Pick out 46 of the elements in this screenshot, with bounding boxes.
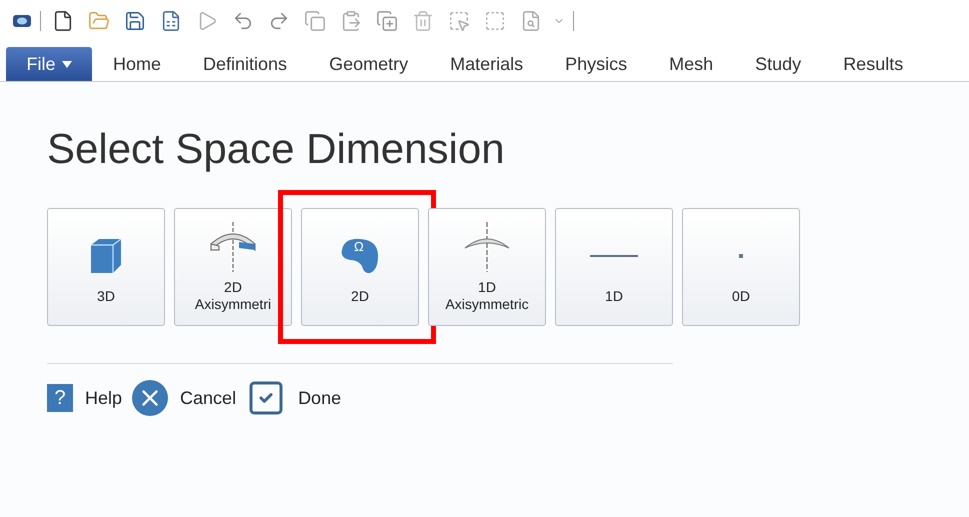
cancel-button[interactable]: Cancel	[180, 384, 236, 412]
dimension-label: Axisymmetri	[194, 296, 272, 313]
ribbon-tab[interactable]: Mesh	[648, 50, 734, 78]
dimension-label: 1D	[605, 288, 623, 304]
paste-icon[interactable]	[340, 10, 362, 32]
page-title: Select Space Dimension	[47, 128, 506, 170]
dimension-label: 2D	[351, 288, 369, 304]
dimension-button[interactable]: 1D	[555, 208, 673, 326]
trash-icon[interactable]	[412, 10, 434, 32]
redo-icon[interactable]	[268, 10, 290, 32]
point-icon	[739, 254, 743, 258]
line-icon	[590, 254, 638, 256]
select-icon[interactable]	[448, 10, 470, 32]
app-logo-icon[interactable]	[12, 14, 32, 28]
ribbon-tab[interactable]: Physics	[544, 50, 648, 78]
ribbon-tab[interactable]: Geometry	[308, 50, 430, 78]
dimension-label: 1D	[478, 279, 496, 296]
deselect-icon[interactable]	[484, 10, 506, 32]
dimension-label: 0D	[732, 288, 750, 304]
help-button[interactable]: Help	[85, 384, 122, 412]
dimension-button[interactable]: 2D Axisymmetri	[174, 208, 292, 326]
done-button[interactable]: Done	[298, 384, 342, 412]
save-icon[interactable]	[124, 10, 146, 32]
folder-icon[interactable]	[88, 10, 110, 32]
close-icon	[132, 380, 168, 416]
dimension-label: Axisymmetric	[445, 296, 529, 313]
dimension-button[interactable]: 3D	[47, 208, 165, 326]
file-menu-button[interactable]: File	[6, 47, 92, 81]
dimension-label: 3D	[97, 288, 115, 304]
ribbon-tab[interactable]: Study	[734, 50, 822, 78]
ribbon-tab[interactable]: Materials	[429, 50, 544, 78]
copy-icon[interactable]	[304, 10, 326, 32]
caret-icon	[62, 60, 72, 68]
duplicate-icon[interactable]	[376, 10, 398, 32]
dimension-button[interactable]: Ω 2D	[301, 208, 419, 326]
ribbon-tab[interactable]: Home	[92, 50, 182, 78]
find-icon[interactable]	[520, 10, 542, 32]
dimension-label: 2D	[224, 279, 242, 296]
dimension-button[interactable]: 0D	[682, 208, 800, 326]
undo-icon[interactable]	[232, 10, 254, 32]
ribbon-tab[interactable]: Definitions	[182, 50, 308, 78]
dimension-button[interactable]: 1D Axisymmetric	[428, 208, 546, 326]
save-as-icon[interactable]	[160, 10, 182, 32]
help-icon: ?	[47, 384, 73, 412]
ribbon-tab[interactable]: Results	[822, 50, 924, 78]
new-file-icon[interactable]	[52, 10, 74, 32]
